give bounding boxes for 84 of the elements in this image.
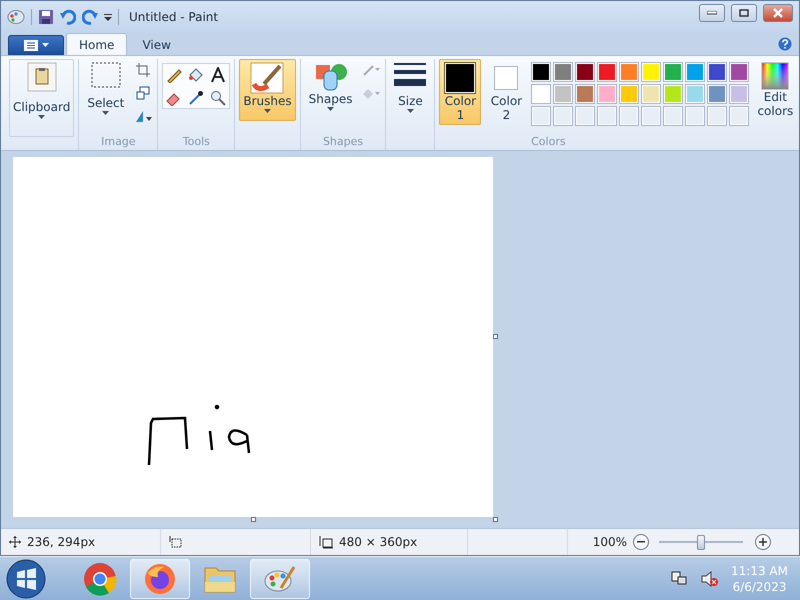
minimize-icon — [707, 11, 717, 15]
color-swatch[interactable] — [685, 84, 706, 104]
brush-icon — [250, 62, 284, 94]
ribbon-tab[interactable]: Home — [66, 33, 128, 55]
slider-thumb[interactable] — [697, 534, 705, 550]
start-orb-icon[interactable] — [6, 559, 46, 599]
zoom-out-button[interactable] — [633, 534, 649, 550]
color-swatch[interactable] — [707, 84, 728, 104]
minimize-button[interactable] — [699, 4, 725, 22]
color-swatch[interactable] — [729, 62, 750, 82]
spectrum-icon — [761, 62, 790, 90]
taskbar-app-button[interactable] — [130, 559, 190, 599]
close-icon — [773, 8, 783, 18]
color-swatch[interactable] — [729, 84, 750, 104]
file-menu-button[interactable] — [8, 35, 64, 55]
color-swatch[interactable] — [597, 62, 618, 82]
muted-speaker-icon[interactable] — [701, 571, 720, 587]
chrome-icon — [83, 562, 117, 596]
shapes-icon — [314, 62, 347, 92]
color-swatch[interactable] — [663, 62, 684, 82]
color-swatch[interactable] — [619, 62, 640, 82]
size-button[interactable]: Size — [390, 59, 430, 129]
caret-icon — [406, 109, 414, 113]
close-button[interactable] — [763, 4, 793, 22]
color-swatch[interactable] — [707, 62, 728, 82]
taskbar-app-button[interactable] — [250, 559, 310, 599]
clipboard-icon — [26, 62, 57, 92]
cursor-position: 236, 294px — [27, 535, 96, 549]
selection-size-icon — [169, 536, 182, 548]
caret-icon — [327, 107, 334, 111]
selection-icon — [90, 62, 121, 88]
resize-handle[interactable] — [493, 334, 498, 339]
color-swatch[interactable] — [597, 84, 618, 104]
firefox-icon — [144, 563, 176, 595]
network-icon[interactable] — [671, 571, 688, 587]
resize-handle[interactable] — [251, 517, 256, 522]
ribbon-tab[interactable]: View — [129, 33, 184, 55]
color-slot-button[interactable]: Color 2 — [485, 59, 528, 125]
select-button[interactable]: Select — [83, 59, 128, 129]
color-swatch[interactable] — [641, 62, 662, 82]
color-swatch[interactable] — [553, 62, 574, 82]
palette-icon — [263, 564, 297, 594]
edit-colors-button[interactable]: Edit colors — [753, 59, 798, 121]
canvas-size: 480 × 360px — [339, 535, 418, 549]
minus-icon — [637, 541, 645, 543]
clock-time: 11:13 AM — [731, 563, 788, 579]
canvas-size-icon — [319, 536, 333, 548]
brushes-button[interactable]: Brushes — [239, 59, 296, 121]
group-label: Image — [100, 135, 137, 150]
restore-icon — [739, 9, 749, 17]
shapes-button[interactable]: Shapes — [304, 59, 356, 129]
caret-icon — [42, 43, 48, 47]
color-swatch[interactable] — [685, 62, 706, 82]
clipboard-button[interactable]: Clipboard — [9, 59, 74, 137]
redo-icon[interactable] — [82, 9, 98, 25]
caret-icon[interactable] — [104, 13, 112, 21]
color-swatch[interactable] — [575, 62, 596, 82]
caret-icon — [38, 115, 46, 119]
group-label: Tools — [182, 135, 211, 150]
plus-icon — [759, 538, 767, 546]
color-swatch[interactable] — [575, 84, 596, 104]
color-slot-button[interactable]: Color 1 — [439, 59, 482, 125]
color-swatch[interactable] — [553, 84, 574, 104]
color-swatch[interactable] — [531, 62, 552, 82]
window-title: Untitled - Paint — [129, 10, 218, 24]
menu-icon — [24, 40, 38, 50]
caret-icon — [102, 111, 110, 115]
clock-date: 6/6/2023 — [732, 579, 786, 595]
help-icon[interactable] — [778, 37, 792, 51]
group-label: Shapes — [322, 135, 364, 150]
restore-button[interactable] — [731, 4, 757, 22]
color-swatch[interactable] — [641, 84, 662, 104]
palette-icon — [7, 9, 25, 25]
caret-icon — [264, 109, 271, 113]
color-swatch[interactable] — [619, 84, 640, 104]
resize-handle[interactable] — [493, 517, 498, 522]
zoom-in-button[interactable] — [755, 534, 771, 550]
zoom-level: 100% — [592, 535, 627, 549]
move-cursor-icon — [9, 536, 21, 548]
color-swatch[interactable] — [531, 84, 552, 104]
undo-icon[interactable] — [60, 9, 76, 25]
color-swatch[interactable] — [663, 84, 684, 104]
save-icon[interactable] — [38, 9, 54, 25]
group-label: Colors — [530, 135, 567, 150]
